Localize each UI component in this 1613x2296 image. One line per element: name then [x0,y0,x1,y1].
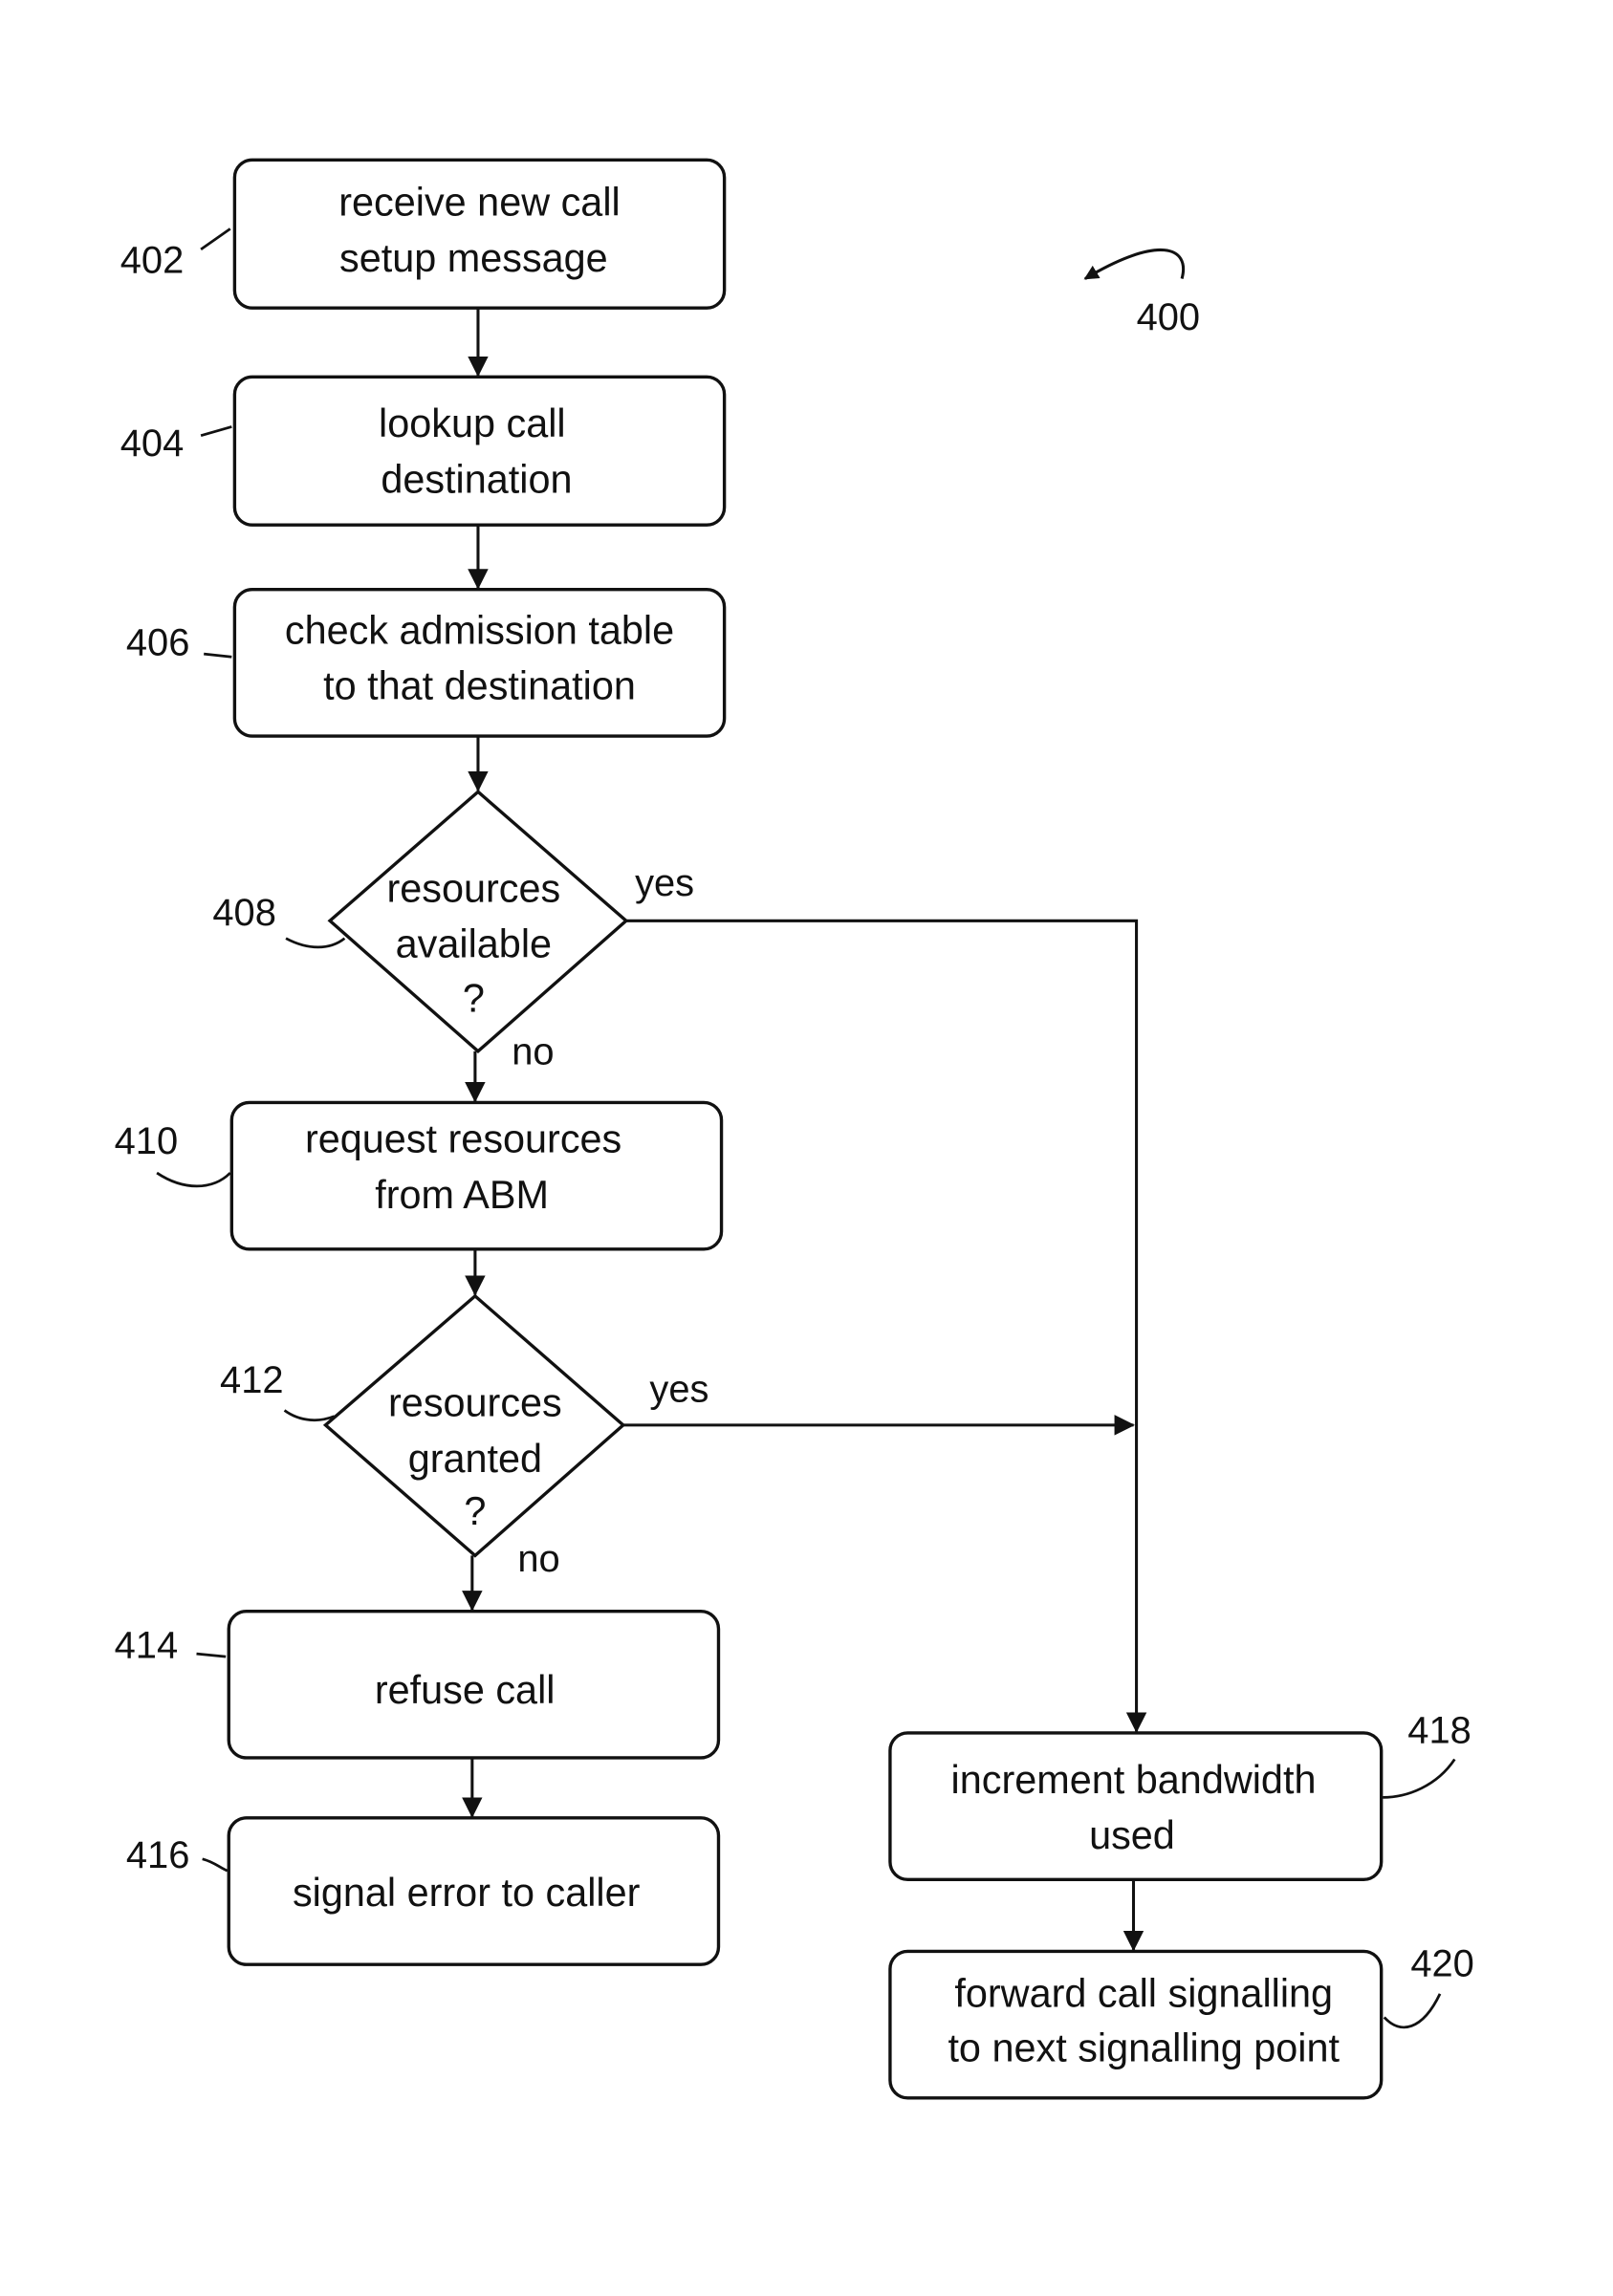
figure-ref-arrow-icon [1083,248,1186,280]
edge-408-yes-label: yes [635,862,694,904]
node-410-line-2: from ABM [375,1173,549,1217]
ref-420: 420 [1410,1943,1474,1985]
ref-414: 414 [115,1625,179,1667]
ref-406: 406 [126,622,190,664]
ref-418: 418 [1407,1710,1471,1752]
edge-412-no-label: no [517,1538,559,1580]
node-408-line-1: resources [386,866,560,910]
node-412: resources granted ? [322,1293,626,1558]
node-402-line-2: setup message [339,236,608,280]
node-402-line-1: receive new call [338,181,620,225]
flowchart-400: 400 receive new call setup message 402 l… [115,158,1474,2100]
ref-408: 408 [212,892,276,934]
ref-402: 402 [120,239,185,281]
node-420: forward call signalling to next signalli… [888,1949,1384,2100]
node-404: lookup call destination [232,375,727,527]
node-410: request resources from ABM [229,1100,724,1251]
node-418-line-1: increment bandwidth [951,1758,1317,1802]
node-412-line-2: granted [408,1437,542,1481]
node-414: refuse call [227,1609,721,1760]
node-410-line-1: request resources [305,1117,621,1161]
node-402: receive new call setup message [232,158,727,310]
ref-416: 416 [126,1834,190,1876]
node-418: increment bandwidth used [888,1731,1384,1881]
node-408-line-3: ? [463,976,485,1020]
ref-404: 404 [120,422,185,465]
node-406: check admission table to that destinatio… [232,587,727,738]
node-412-line-3: ? [464,1489,486,1533]
node-418-line-2: used [1089,1813,1175,1857]
edge-412-yes-label: yes [649,1368,708,1410]
node-414-line-1: refuse call [375,1668,556,1712]
ref-412: 412 [220,1359,284,1401]
node-420-line-2: to next signalling point [948,2025,1340,2069]
node-416-line-1: signal error to caller [293,1871,641,1915]
edge-408-no-label: no [512,1031,554,1073]
node-404-line-1: lookup call [379,401,566,445]
node-406-line-1: check admission table [285,608,674,652]
node-412-line-1: resources [388,1381,562,1425]
node-416: signal error to caller [227,1816,721,1966]
node-408-line-2: available [396,922,552,966]
node-404-line-2: destination [381,457,572,501]
figure-ref-400: 400 [1137,296,1201,338]
node-420-line-1: forward call signalling [954,1972,1333,2016]
node-408: resources available ? [327,790,629,1054]
ref-410: 410 [115,1120,179,1162]
node-406-line-2: to that destination [323,664,636,708]
